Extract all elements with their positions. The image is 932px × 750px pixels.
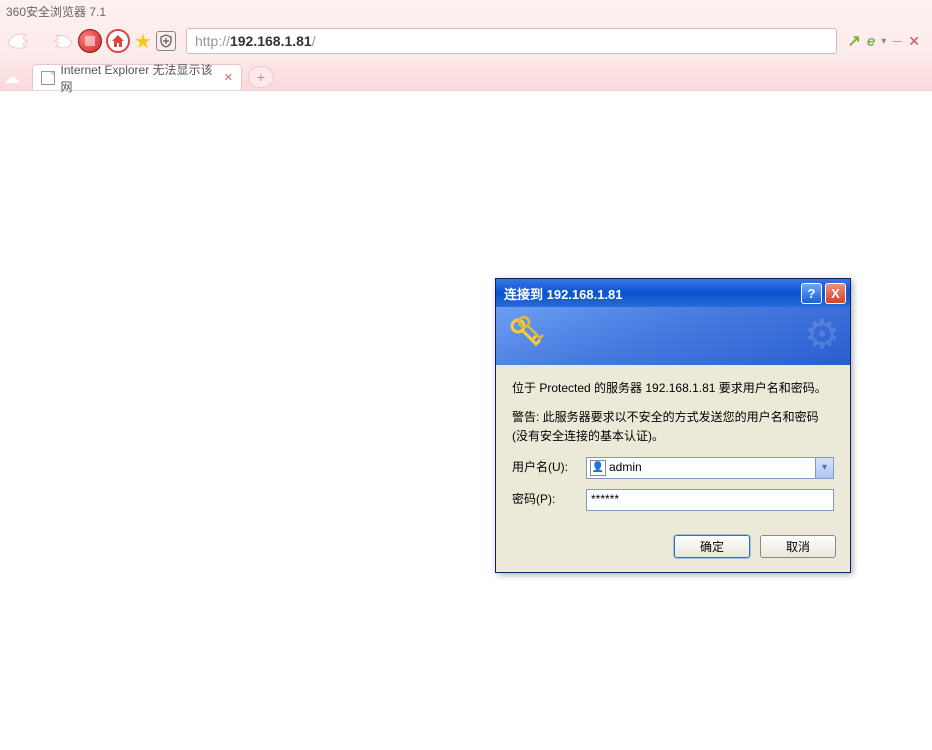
username-value: admin <box>609 458 642 477</box>
forward-wing-icon[interactable] <box>46 29 74 53</box>
username-label: 用户名(U): <box>512 458 586 477</box>
url-path: / <box>312 33 316 49</box>
compat-engine-icon[interactable]: e <box>867 33 875 50</box>
browser-chrome: 360安全浏览器 7.1 ★ http://192.168.1.81/ ↗ e … <box>0 0 932 91</box>
help-button[interactable]: ? <box>801 283 822 304</box>
toolbar: ★ http://192.168.1.81/ ↗ e ▾ — ✕ <box>0 22 932 60</box>
auth-dialog: 连接到 192.168.1.81 ? X ⚙ 位于 Protected 的服务器… <box>495 278 851 573</box>
security-shield-icon[interactable] <box>156 31 176 51</box>
tab-label: Internet Explorer 无法显示该网 <box>61 61 218 95</box>
cancel-button[interactable]: 取消 <box>760 535 836 558</box>
password-value: ****** <box>591 490 619 509</box>
dialog-close-button[interactable]: X <box>825 283 846 304</box>
back-wing-icon[interactable] <box>6 29 42 53</box>
dialog-title: 连接到 192.168.1.81 <box>500 284 798 303</box>
ok-button[interactable]: 确定 <box>674 535 750 558</box>
new-tab-button[interactable]: + <box>248 66 274 88</box>
window-title-bar: 360安全浏览器 7.1 <box>0 0 932 22</box>
home-icon[interactable] <box>106 29 130 53</box>
engine-dropdown-icon[interactable]: ▾ <box>881 36 886 47</box>
page-icon <box>41 71 55 85</box>
dialog-body: 位于 Protected 的服务器 192.168.1.81 要求用户名和密码。… <box>496 365 850 525</box>
keys-icon <box>508 314 548 358</box>
password-label: 密码(P): <box>512 490 586 509</box>
cloud-icon[interactable]: ☁ <box>4 68 28 86</box>
window-close-icon[interactable]: ✕ <box>908 33 920 50</box>
password-row: 密码(P): ****** <box>512 489 834 511</box>
username-dropdown-icon[interactable]: ▾ <box>815 458 833 478</box>
dialog-titlebar[interactable]: 连接到 192.168.1.81 ? X <box>496 279 850 307</box>
address-bar[interactable]: http://192.168.1.81/ <box>186 28 838 54</box>
toolbar-right: ↗ e ▾ — ✕ <box>847 31 926 51</box>
username-row: 用户名(U): 👤 admin ▾ <box>512 457 834 479</box>
menu-dropdown-icon[interactable]: — <box>892 36 902 47</box>
dialog-message-1: 位于 Protected 的服务器 192.168.1.81 要求用户名和密码。 <box>512 379 834 398</box>
banner-decoration: ⚙ <box>804 312 840 358</box>
user-icon: 👤 <box>590 460 606 476</box>
dialog-footer: 确定 取消 <box>496 525 850 572</box>
favorites-icon[interactable]: ★ <box>134 29 152 54</box>
dialog-banner: ⚙ <box>496 307 850 365</box>
stop-icon[interactable] <box>78 29 102 53</box>
tab-close-icon[interactable]: ✕ <box>224 71 233 84</box>
tab-strip: ☁ Internet Explorer 无法显示该网 ✕ + <box>0 60 932 90</box>
password-field[interactable]: ****** <box>586 489 834 511</box>
window-title: 360安全浏览器 7.1 <box>6 3 106 20</box>
tab-active[interactable]: Internet Explorer 无法显示该网 ✕ <box>32 64 242 90</box>
url-host: 192.168.1.81 <box>230 33 312 49</box>
username-field[interactable]: 👤 admin ▾ <box>586 457 834 479</box>
share-icon[interactable]: ↗ <box>847 31 860 51</box>
url-protocol: http:// <box>195 33 230 49</box>
dialog-message-2: 警告: 此服务器要求以不安全的方式发送您的用户名和密码(没有安全连接的基本认证)… <box>512 408 834 446</box>
